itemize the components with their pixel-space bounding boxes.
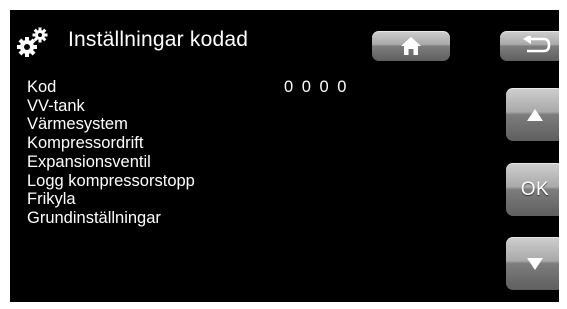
code-value: 0 0 0 0: [284, 78, 349, 96]
menu-item-grundinstallningar[interactable]: Grundinställningar: [27, 209, 195, 228]
menu-item-expansionsventil[interactable]: Expansionsventil: [27, 153, 195, 172]
arrow-up-icon: [527, 108, 543, 121]
display-screen: Inställningar kodad Kod VV-tank Värmesys…: [10, 10, 559, 302]
menu-item-varmesystem[interactable]: Värmesystem: [27, 115, 195, 134]
menu-item-kompressordrift[interactable]: Kompressordrift: [27, 134, 195, 153]
menu-item-frikyla[interactable]: Frikyla: [27, 190, 195, 209]
menu-item-kod[interactable]: Kod: [27, 78, 195, 97]
back-arrow-icon: [523, 36, 551, 53]
menu-item-vv-tank[interactable]: VV-tank: [27, 97, 195, 116]
ok-label: OK: [520, 178, 550, 200]
menu-item-logg-kompressorstopp[interactable]: Logg kompressorstopp: [27, 172, 195, 191]
scroll-down-button[interactable]: [506, 237, 559, 290]
home-button[interactable]: [372, 31, 450, 61]
ok-button[interactable]: OK: [506, 163, 559, 216]
scroll-up-button[interactable]: [506, 88, 559, 141]
settings-menu: Kod VV-tank Värmesystem Kompressordrift …: [27, 78, 195, 228]
home-icon: [401, 37, 421, 55]
back-button[interactable]: [500, 31, 559, 61]
arrow-down-icon: [527, 257, 543, 270]
header-bar: Inställningar kodad: [10, 10, 559, 72]
page-title: Inställningar kodad: [68, 28, 249, 51]
gears-icon: [15, 25, 51, 61]
